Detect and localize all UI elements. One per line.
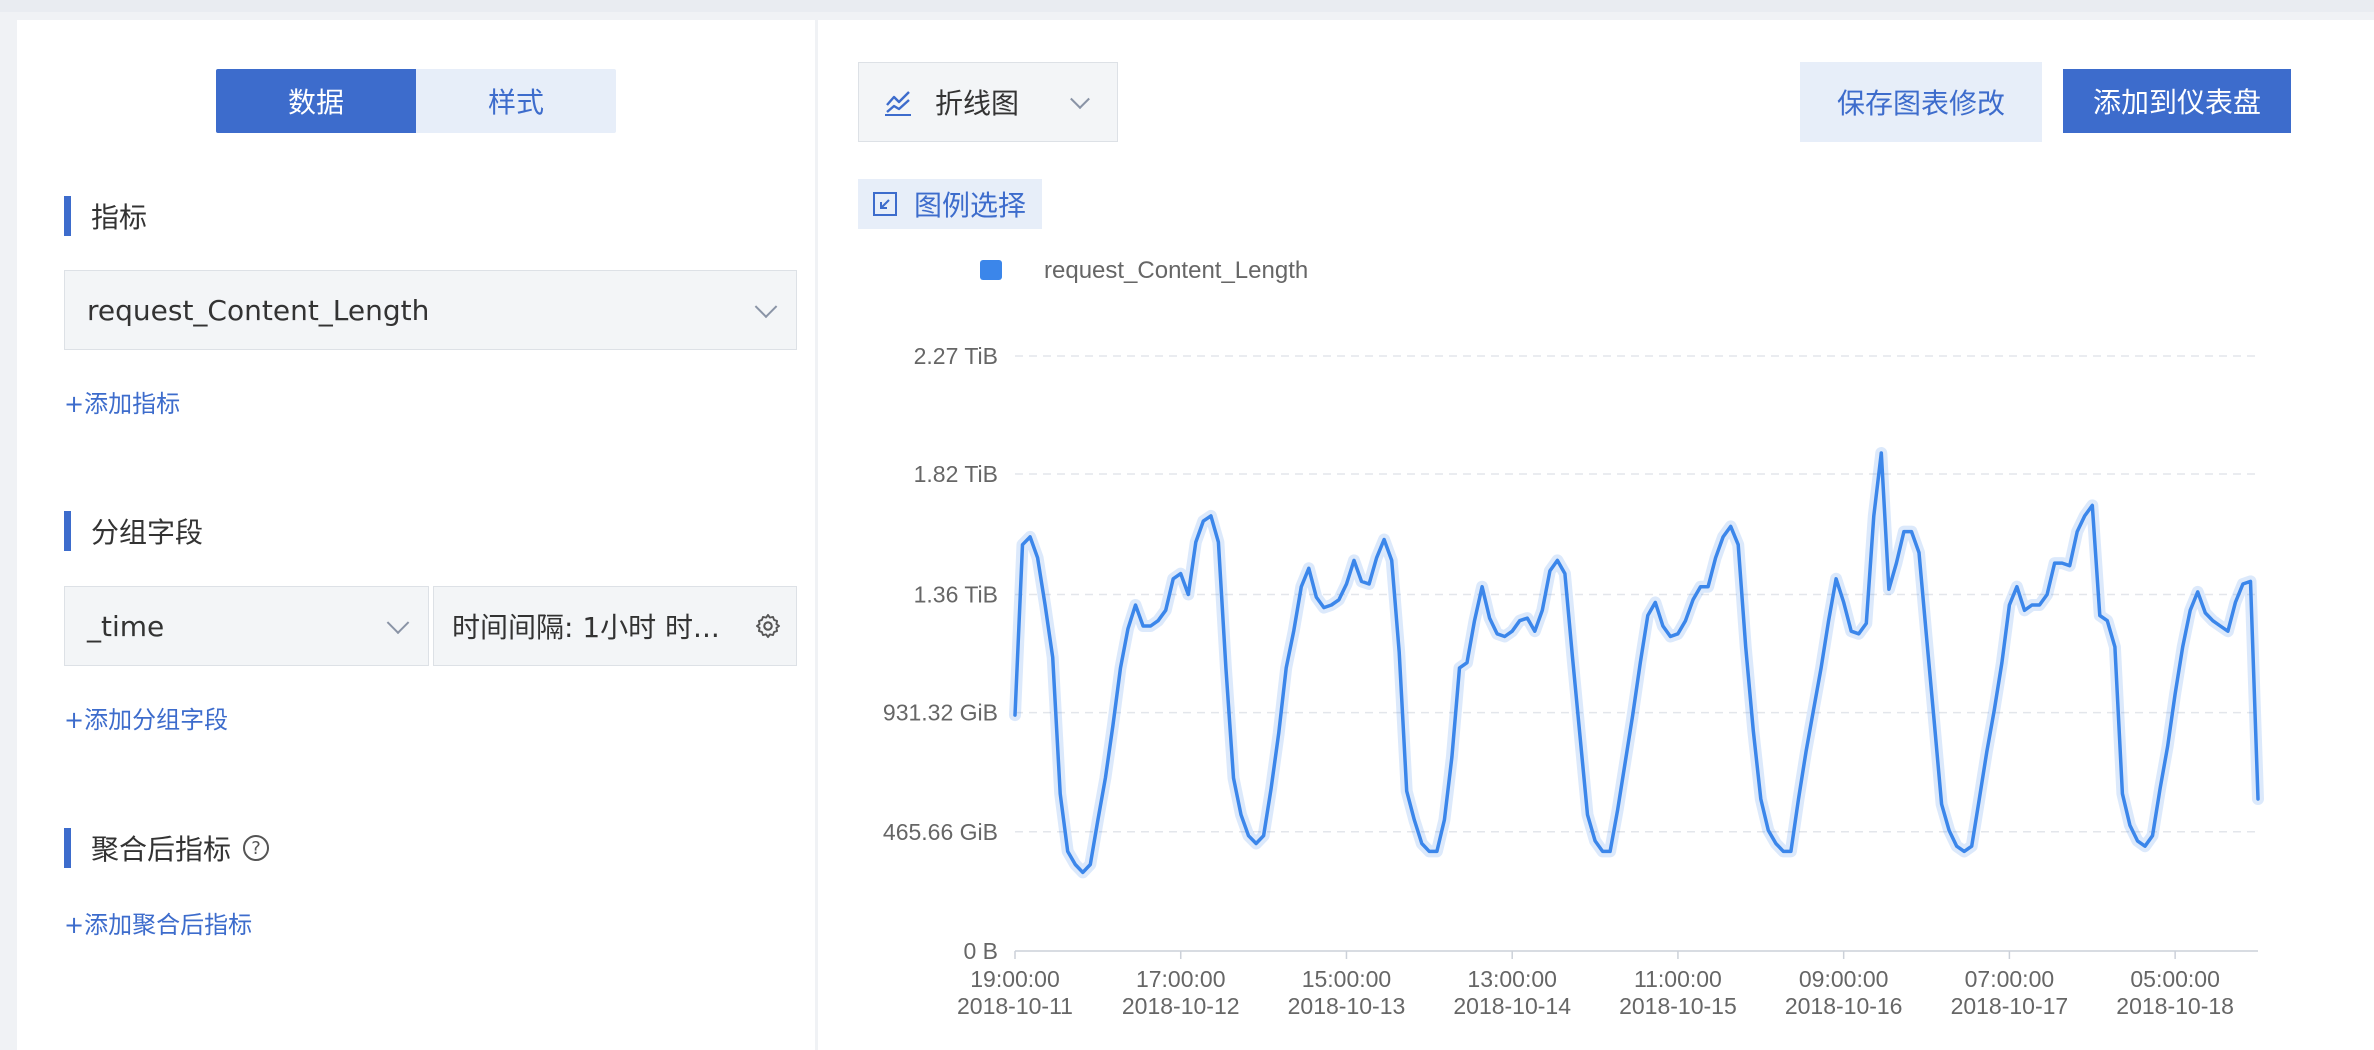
x-tick-date: 2018-10-16 [1785, 993, 1903, 1019]
x-tick-date: 2018-10-18 [2116, 993, 2234, 1019]
y-tick-label: 0 B [963, 938, 998, 964]
section-marker [64, 828, 71, 868]
chart-panel: 折线图 保存图表修改 添加到仪表盘 图例选择 request_Content_L… [818, 20, 2374, 1050]
y-tick-label: 465.66 GiB [883, 819, 998, 845]
metrics-section-title: 指标 [64, 196, 147, 236]
add-metric-link[interactable]: +添加指标 [64, 384, 180, 419]
metric-select[interactable]: request_Content_Length [64, 270, 797, 350]
chevron-down-icon [754, 295, 778, 319]
aggregate-section-title: 聚合后指标 ? [64, 828, 270, 868]
time-interval-field[interactable]: 时间间隔: 1小时 时... [433, 586, 797, 666]
x-tick-time: 07:00:00 [1965, 966, 2055, 992]
x-tick-date: 2018-10-13 [1288, 993, 1406, 1019]
x-tick-time: 15:00:00 [1302, 966, 1392, 992]
x-tick-time: 11:00:00 [1634, 966, 1722, 992]
metric-select-value: request_Content_Length [87, 293, 430, 327]
x-tick-date: 2018-10-12 [1122, 993, 1240, 1019]
help-icon[interactable]: ? [243, 835, 270, 861]
chevron-down-icon [386, 611, 410, 635]
y-tick-label: 1.82 TiB [914, 461, 998, 487]
legend-swatch [980, 260, 1002, 280]
series-line-shadow [1009, 447, 2264, 879]
y-tick-label: 1.36 TiB [914, 582, 998, 608]
config-panel: 数据 样式 指标 request_Content_Length +添加指标 分组… [17, 20, 815, 1050]
time-interval-value: 时间间隔: 1小时 时... [452, 611, 720, 644]
group-field-value: _time [87, 609, 165, 643]
x-tick-time: 19:00:00 [970, 966, 1060, 992]
y-tick-label: 2.27 TiB [914, 343, 998, 369]
group-section-title: 分组字段 [64, 511, 203, 551]
x-tick-time: 05:00:00 [2130, 966, 2220, 992]
add-group-field-link[interactable]: +添加分组字段 [64, 700, 228, 735]
group-field-select[interactable]: _time [64, 586, 429, 666]
x-tick-date: 2018-10-11 [957, 993, 1073, 1019]
section-marker [64, 511, 71, 551]
x-tick-time: 09:00:00 [1799, 966, 1889, 992]
add-aggregate-metric-link[interactable]: +添加聚合后指标 [64, 905, 252, 940]
y-tick-label: 931.32 GiB [883, 700, 998, 726]
tab-style[interactable]: 样式 [416, 69, 616, 133]
gear-icon[interactable] [754, 612, 782, 640]
tab-data[interactable]: 数据 [216, 69, 416, 133]
line-chart: request_Content_Length 0 B 465.66 GiB 931.3… [883, 257, 2264, 1019]
legend-label: request_Content_Length [1044, 257, 1308, 284]
window-top-strip [0, 0, 2374, 12]
x-tick-time: 17:00:00 [1136, 966, 1226, 992]
x-tick-date: 2018-10-17 [1951, 993, 2069, 1019]
x-tick-date: 2018-10-14 [1453, 993, 1571, 1019]
aggregate-title-label: 聚合后指标 [91, 833, 232, 866]
x-tick-date: 2018-10-15 [1619, 993, 1737, 1019]
x-tick-time: 13:00:00 [1467, 966, 1557, 992]
section-marker [64, 196, 71, 236]
tab-group: 数据 样式 [216, 69, 616, 133]
metrics-title-label: 指标 [91, 201, 148, 234]
group-title-label: 分组字段 [91, 516, 204, 549]
